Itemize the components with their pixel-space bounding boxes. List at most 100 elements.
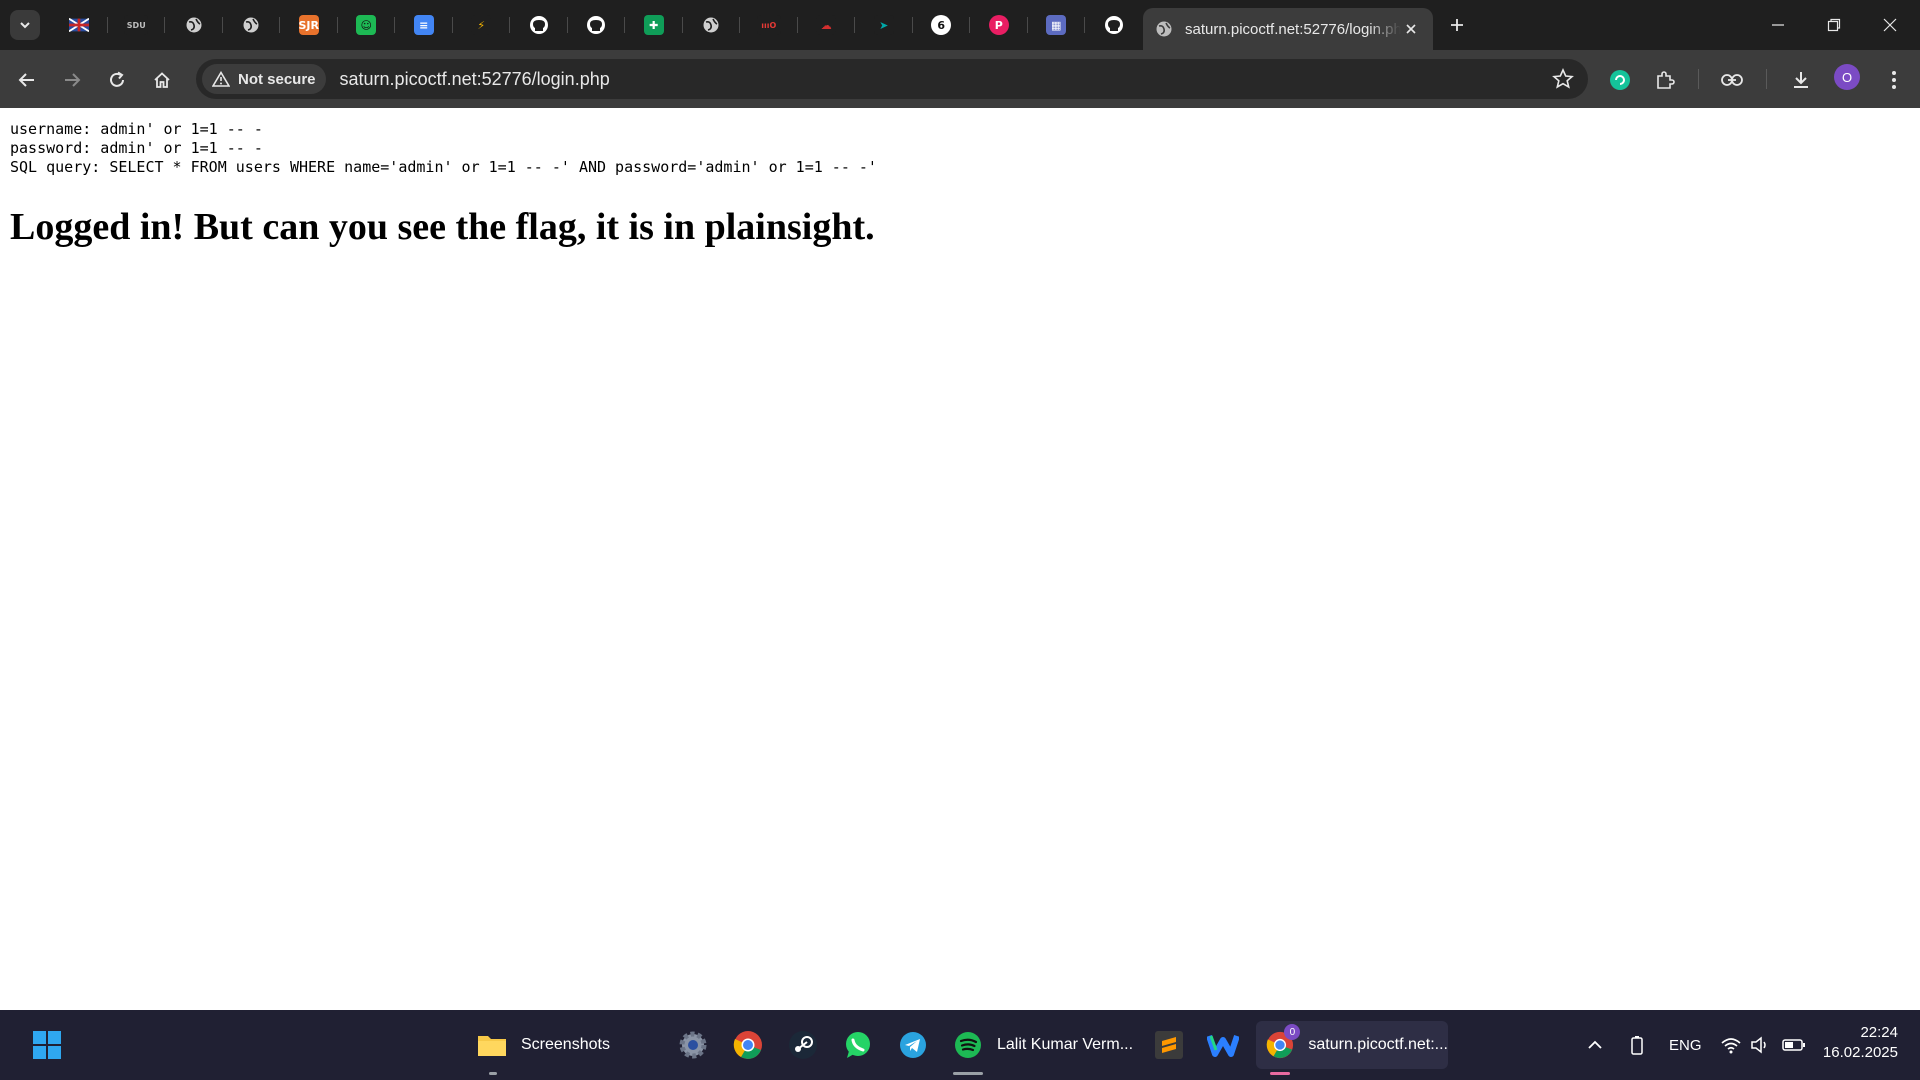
reload-icon bbox=[110, 71, 124, 87]
github-icon bbox=[1104, 15, 1124, 35]
new-tab-button[interactable] bbox=[1444, 12, 1470, 38]
active-tab-title: saturn.picoctf.net:52776/login.php bbox=[1185, 20, 1401, 38]
security-label: Not secure bbox=[238, 70, 316, 88]
github-icon bbox=[529, 15, 549, 35]
taskbar-steam[interactable] bbox=[786, 1021, 820, 1069]
profile-avatar[interactable]: O bbox=[1834, 64, 1860, 90]
show-hidden-icons-button[interactable] bbox=[1586, 1010, 1604, 1080]
chrome-icon: 0 bbox=[1264, 1024, 1301, 1062]
back-button[interactable] bbox=[12, 65, 42, 95]
toolbar-divider bbox=[1698, 69, 1699, 89]
taskbar-spotify[interactable]: Lalit Kumar Verm... bbox=[951, 1021, 1133, 1075]
clock-date: 16.02.2025 bbox=[1822, 1044, 1898, 1061]
taskbar-telegram[interactable] bbox=[896, 1021, 930, 1069]
taskbar-file-explorer[interactable]: Screenshots bbox=[475, 1021, 610, 1075]
forward-button[interactable] bbox=[57, 65, 87, 95]
clock[interactable]: 22:24 16.02.2025 bbox=[1823, 1023, 1898, 1063]
globe-icon bbox=[241, 15, 261, 35]
site-logo-icon: ıııO bbox=[756, 15, 781, 35]
restore-button[interactable] bbox=[1806, 0, 1862, 50]
chevron-up-icon bbox=[1588, 1040, 1602, 1049]
wave-icon: ⚡ bbox=[471, 15, 492, 35]
kebab-menu-icon bbox=[1892, 71, 1896, 89]
taskbar-chrome[interactable] bbox=[731, 1021, 765, 1069]
windows-logo-icon bbox=[33, 1031, 61, 1059]
taskbar-settings[interactable] bbox=[676, 1021, 710, 1069]
pinned-tab[interactable] bbox=[50, 8, 108, 42]
url-text[interactable]: saturn.picoctf.net:52776/login.php bbox=[340, 69, 610, 90]
minimize-button[interactable] bbox=[1750, 0, 1806, 50]
pinned-tab[interactable] bbox=[223, 8, 281, 42]
folder-icon bbox=[475, 1028, 509, 1062]
pinned-tab[interactable]: ▦ bbox=[1028, 8, 1086, 42]
taskbar-sublime-text[interactable] bbox=[1152, 1021, 1186, 1069]
bookmark-button[interactable] bbox=[1552, 68, 1574, 95]
github-icon bbox=[586, 15, 606, 35]
battery-button[interactable] bbox=[1782, 1010, 1806, 1080]
pinned-tab[interactable]: ☺ bbox=[338, 8, 396, 42]
password-line: password: admin' or 1=1 -- - bbox=[10, 139, 263, 157]
pinned-tab[interactable]: ➤ bbox=[855, 8, 913, 42]
pinned-tabs: SDU SJR ☺ ≡ ⚡ ✚ ıııO ☁ ➤ 6 P ▦ bbox=[50, 8, 1143, 42]
restore-icon bbox=[1827, 18, 1841, 32]
active-tab[interactable]: saturn.picoctf.net:52776/login.php bbox=[1143, 8, 1433, 50]
start-button[interactable] bbox=[32, 1021, 62, 1069]
taskbar-chrome-window[interactable]: 0 saturn.picoctf.net:... bbox=[1256, 1021, 1448, 1075]
spotify-icon bbox=[951, 1028, 985, 1062]
clock-time: 22:24 bbox=[1860, 1024, 1898, 1041]
pinned-tab[interactable]: ⚡ bbox=[453, 8, 511, 42]
google-sheets-icon: ✚ bbox=[643, 15, 664, 35]
google-docs-icon: ≡ bbox=[413, 15, 434, 35]
downloads-button[interactable] bbox=[1786, 65, 1816, 95]
share-link-button[interactable] bbox=[1717, 65, 1747, 95]
extensions-button[interactable] bbox=[1650, 65, 1680, 95]
pinned-tab[interactable]: P bbox=[970, 8, 1028, 42]
grammarly-extension-button[interactable] bbox=[1605, 65, 1635, 95]
reload-button[interactable] bbox=[102, 65, 132, 95]
pinned-tab[interactable]: ✚ bbox=[625, 8, 683, 42]
arrow-logo-icon: ➤ bbox=[873, 15, 894, 35]
tab-search-button[interactable] bbox=[10, 10, 40, 40]
username-line: username: admin' or 1=1 -- - bbox=[10, 120, 263, 138]
union-flag-icon bbox=[68, 15, 89, 35]
sdu-logo-icon: SDU bbox=[124, 15, 149, 35]
warning-icon bbox=[212, 71, 230, 87]
pinned-tab[interactable]: ıııO bbox=[740, 8, 798, 42]
volume-button[interactable] bbox=[1750, 1010, 1770, 1080]
security-chip[interactable]: Not secure bbox=[202, 64, 326, 94]
pinned-tab[interactable]: ☁ bbox=[798, 8, 856, 42]
close-window-button[interactable] bbox=[1862, 0, 1918, 50]
link-icon bbox=[1721, 74, 1743, 86]
home-icon bbox=[154, 72, 170, 88]
pinned-tab[interactable] bbox=[1085, 8, 1143, 42]
plus-icon bbox=[1451, 19, 1463, 31]
close-tab-button[interactable] bbox=[1401, 19, 1421, 39]
taskbar-whatsapp[interactable] bbox=[841, 1021, 875, 1069]
minimize-icon bbox=[1772, 24, 1784, 26]
menu-button[interactable] bbox=[1879, 65, 1909, 95]
home-button[interactable] bbox=[147, 65, 177, 95]
pinned-tab[interactable] bbox=[568, 8, 626, 42]
address-bar[interactable]: Not secure saturn.picoctf.net:52776/logi… bbox=[196, 59, 1588, 99]
pinned-tab[interactable]: 6 bbox=[913, 8, 971, 42]
network-button[interactable] bbox=[1720, 1010, 1742, 1080]
webstorm-icon bbox=[1206, 1028, 1240, 1062]
pinned-tab[interactable]: SDU bbox=[108, 8, 166, 42]
tab-strip: SDU SJR ☺ ≡ ⚡ ✚ ıııO ☁ ➤ 6 P ▦ saturn.picoctf.net:5… bbox=[0, 0, 1920, 50]
chevron-down-icon bbox=[20, 22, 30, 29]
globe-icon bbox=[701, 15, 721, 35]
pinned-tab[interactable] bbox=[165, 8, 223, 42]
language-indicator[interactable]: ENG bbox=[1669, 1010, 1702, 1080]
taskbar-webstorm[interactable] bbox=[1206, 1021, 1240, 1069]
globe-icon bbox=[1156, 21, 1172, 37]
pinned-tab[interactable] bbox=[510, 8, 568, 42]
running-indicator bbox=[489, 1072, 497, 1075]
smiley-icon: ☺ bbox=[356, 15, 377, 35]
pinned-tab[interactable] bbox=[683, 8, 741, 42]
pinned-tab[interactable]: SJR bbox=[280, 8, 338, 42]
pinned-tab[interactable]: ≡ bbox=[395, 8, 453, 42]
taskbar: Screenshots Lalit Kumar Verm... 0 saturn… bbox=[0, 1010, 1920, 1080]
tray-battery-device[interactable] bbox=[1630, 1010, 1644, 1080]
arrow-left-icon bbox=[18, 73, 34, 87]
six-logo-icon: 6 bbox=[931, 15, 952, 35]
